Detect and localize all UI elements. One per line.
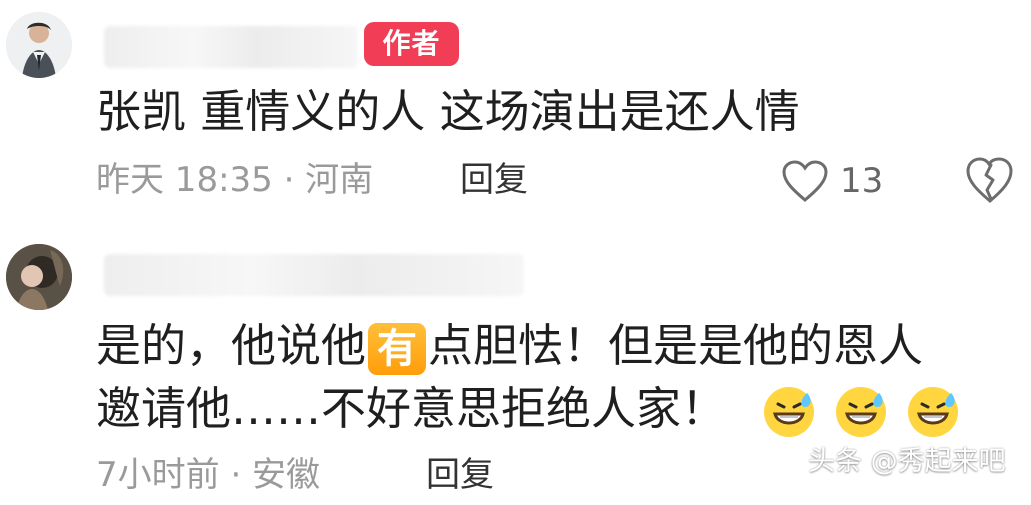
comment-text-line-1: 是的，他说他有点胆怯！但是是他的恩人: [96, 318, 923, 375]
heart-outline-icon: [782, 160, 828, 202]
emoji-group: [760, 383, 962, 441]
comment-card: 作者 张凯 重情义的人 这场演出是还人情 昨天 18:35 · 河南 回复 13: [0, 0, 1031, 220]
comment-text-suffix: 点胆怯！但是是他的恩人: [428, 319, 924, 372]
blurred-username[interactable]: [104, 254, 524, 296]
avatar-image: [6, 244, 72, 310]
dislike-button[interactable]: [963, 155, 1017, 209]
avatar[interactable]: [6, 244, 72, 310]
like-button[interactable]: 13: [780, 158, 883, 204]
avatar[interactable]: [6, 12, 72, 78]
grinning-sweat-emoji-icon: [764, 387, 815, 437]
broken-heart-icon: [966, 157, 1013, 203]
comment-text-line-2-content: 邀请他……不好意思拒绝人家！: [96, 382, 727, 435]
comment-text: 张凯 重情义的人 这场演出是还人情: [96, 85, 800, 138]
grinning-sweat-emoji-icon: [908, 387, 959, 437]
reply-button[interactable]: 回复: [426, 455, 494, 495]
author-badge: 作者: [364, 22, 459, 66]
avatar-image: [6, 12, 72, 78]
like-count: 13: [840, 161, 884, 201]
comment-meta: 7小时前 · 安徽: [96, 455, 321, 495]
watermark: 头条 @秀起来吧: [808, 446, 1006, 477]
comment-meta: 昨天 18:35 · 河南: [96, 160, 374, 200]
highlighted-character-tag: 有: [368, 323, 427, 375]
blurred-username[interactable]: [104, 26, 358, 68]
comment-text-line-2: 邀请他……不好意思拒绝人家！: [96, 381, 962, 441]
comment-text-prefix: 是的，他说他: [96, 319, 367, 372]
grinning-sweat-emoji-icon: [836, 387, 887, 437]
reply-button[interactable]: 回复: [460, 160, 528, 200]
